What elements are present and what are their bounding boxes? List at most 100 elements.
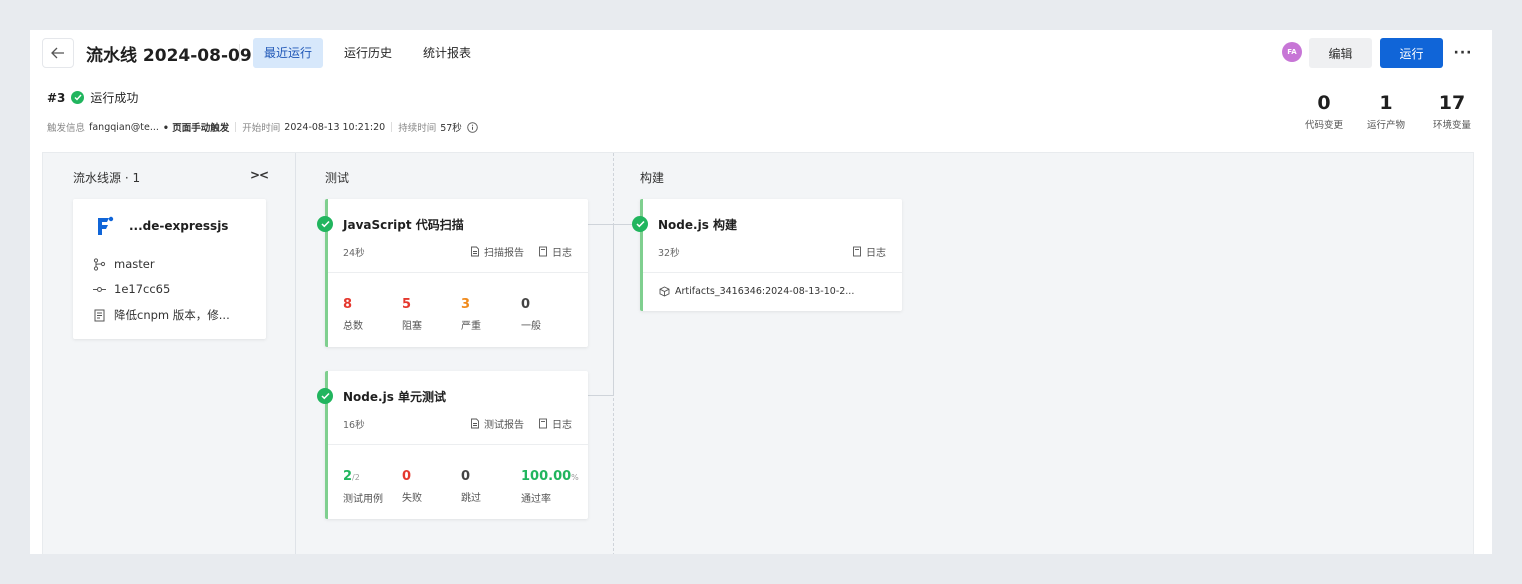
- metric-label: 总数: [343, 321, 363, 332]
- log-icon: [539, 246, 547, 257]
- scan-report-label: 扫描报告: [484, 248, 524, 259]
- metric-normal[interactable]: 0 一般: [521, 297, 541, 332]
- job-duration: 16秒: [343, 420, 365, 431]
- metric-label: 一般: [521, 321, 541, 332]
- stat-artifacts[interactable]: 1 运行产物: [1362, 92, 1410, 131]
- card-divider: [643, 272, 902, 273]
- log-link[interactable]: 日志: [538, 244, 572, 259]
- stat-label: 环境变量: [1432, 120, 1471, 131]
- log-link[interactable]: 日志: [852, 244, 886, 259]
- collapse-icon[interactable]: ><: [250, 168, 269, 182]
- branch-icon: [93, 257, 106, 271]
- job-title: JavaScript 代码扫描: [343, 218, 464, 232]
- trigger-label: 触发信息: [47, 123, 86, 134]
- source-heading: 流水线源 · 1: [73, 171, 141, 185]
- pipeline-panel: 流水线 2024-08-09 最近运行 运行历史 统计报表 FA 编辑 运行 ·…: [30, 30, 1492, 554]
- job-links: 日志: [852, 244, 886, 259]
- avatar[interactable]: FA: [1282, 42, 1302, 62]
- branch-row: master: [93, 257, 155, 271]
- run-button[interactable]: 运行: [1380, 38, 1443, 68]
- column-divider: [295, 153, 296, 554]
- repo-logo-icon: [98, 216, 114, 235]
- success-check-icon: [71, 91, 85, 104]
- info-icon[interactable]: [467, 121, 478, 133]
- test-report-label: 测试报告: [484, 420, 524, 431]
- divider: [239, 44, 240, 62]
- job-card-unit-test[interactable]: Node.js 单元测试 16秒 测试报告 日志 2/2 测试用例 0 失败 0…: [317, 371, 588, 519]
- card-divider: [328, 444, 588, 445]
- trigger-user[interactable]: fangqian@te...: [89, 122, 159, 133]
- duration-value: 57秒: [440, 123, 462, 134]
- metric-label: 阻塞: [402, 321, 422, 332]
- metric-label: 通过率: [521, 494, 551, 505]
- metric-value: 2: [343, 469, 353, 484]
- metric-sub: /2: [352, 473, 360, 482]
- scan-report-link[interactable]: 扫描报告: [470, 244, 524, 259]
- arrow-left-icon: [51, 47, 64, 59]
- page-title: 流水线 2024-08-09: [86, 46, 252, 66]
- metric-value: 100.00: [521, 469, 572, 484]
- pipeline-canvas: 流水线源 · 1 >< 测试 构建 ...de-expressjs master…: [42, 152, 1474, 554]
- edit-button[interactable]: 编辑: [1309, 38, 1372, 68]
- start-label: 开始时间: [242, 123, 281, 134]
- metric-total[interactable]: 8 总数: [343, 297, 363, 332]
- tab-run-history[interactable]: 运行历史: [333, 38, 403, 68]
- run-status-line: #3 运行成功: [47, 89, 138, 106]
- metric-skipped[interactable]: 0 跳过: [461, 469, 481, 504]
- branch-name: master: [114, 257, 155, 271]
- metric-critical[interactable]: 3 严重: [461, 297, 481, 332]
- job-card-js-scan[interactable]: JavaScript 代码扫描 24秒 扫描报告 日志 8 总数 5 阻塞 3 …: [317, 199, 588, 347]
- job-title: Node.js 构建: [658, 218, 738, 232]
- metric-value: 5: [402, 297, 412, 312]
- metric-label: 测试用例: [343, 494, 383, 505]
- metric-test-cases[interactable]: 2/2 测试用例: [343, 469, 383, 505]
- document-icon: [94, 309, 105, 321]
- back-button[interactable]: [42, 38, 74, 68]
- metric-blocking[interactable]: 5 阻塞: [402, 297, 422, 332]
- artifact-link[interactable]: Artifacts_3416346:2024-08-13-10-2...: [659, 286, 854, 297]
- log-label: 日志: [866, 248, 886, 259]
- artifact-name: Artifacts_3416346:2024-08-13-10-2...: [675, 286, 855, 297]
- success-check-icon: [632, 216, 648, 232]
- metric-label: 跳过: [461, 493, 481, 504]
- stat-code-changes[interactable]: 0 代码变更: [1300, 92, 1348, 131]
- stat-number: 17: [1438, 92, 1466, 114]
- meta-divider: [391, 122, 393, 132]
- log-label: 日志: [552, 248, 572, 259]
- test-report-link[interactable]: 测试报告: [470, 416, 524, 431]
- commit-hash[interactable]: 1e17cc65: [114, 282, 170, 296]
- more-menu-button[interactable]: ···: [1450, 38, 1476, 68]
- card-divider: [328, 272, 588, 273]
- log-link[interactable]: 日志: [538, 416, 572, 431]
- trigger-type: • 页面手动触发: [162, 123, 230, 134]
- log-label: 日志: [552, 420, 572, 431]
- source-card[interactable]: ...de-expressjs master 1e17cc65 降低cnpm 版…: [73, 199, 266, 339]
- stat-number: 0: [1317, 92, 1331, 114]
- metric-value: 8: [343, 297, 353, 312]
- repo-name[interactable]: ...de-expressjs: [129, 219, 228, 233]
- run-number: #3: [47, 90, 66, 105]
- stage-connector: [588, 224, 614, 396]
- tab-stats-report[interactable]: 统计报表: [412, 38, 482, 68]
- report-icon: [471, 418, 479, 429]
- job-title: Node.js 单元测试: [343, 390, 447, 404]
- run-meta: 触发信息 fangqian@te... • 页面手动触发 开始时间 2024-0…: [47, 120, 478, 134]
- stat-label: 代码变更: [1304, 120, 1343, 131]
- job-card-node-build[interactable]: Node.js 构建 32秒 日志 Artifacts_3416346:2024…: [632, 199, 902, 311]
- metric-failed[interactable]: 0 失败: [402, 469, 422, 504]
- job-links: 测试报告 日志: [470, 416, 572, 431]
- job-duration: 24秒: [343, 248, 365, 259]
- metric-sub: %: [571, 473, 579, 482]
- commit-message: 降低cnpm 版本，修...: [114, 308, 230, 322]
- stat-label: 运行产物: [1366, 120, 1405, 131]
- metric-value: 0: [461, 469, 471, 484]
- metric-value: 3: [461, 297, 471, 312]
- duration-label: 持续时间: [398, 123, 437, 134]
- success-check-icon: [317, 388, 333, 404]
- metric-pass-rate[interactable]: 100.00% 通过率: [521, 469, 579, 505]
- stage-heading-build: 构建: [640, 171, 665, 185]
- tab-recent-run[interactable]: 最近运行: [253, 38, 324, 68]
- run-status: 运行成功: [90, 91, 139, 105]
- stat-env-vars[interactable]: 17 环境变量: [1428, 92, 1476, 131]
- metric-label: 严重: [461, 321, 481, 332]
